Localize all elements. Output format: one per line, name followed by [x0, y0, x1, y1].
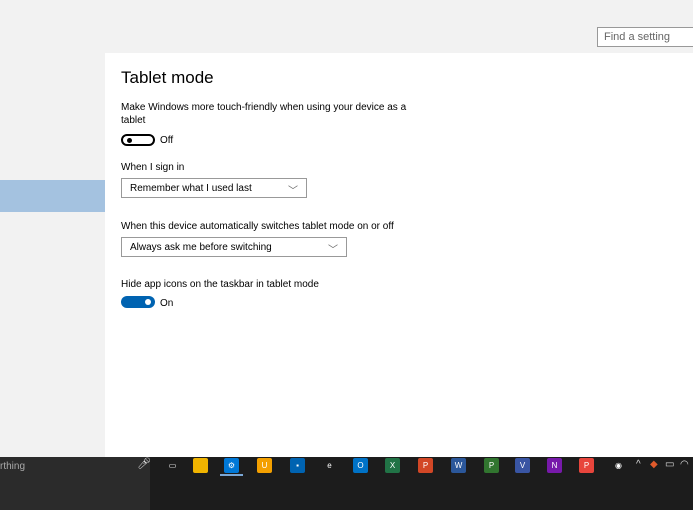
- find-setting-input[interactable]: Find a setting: [597, 27, 693, 47]
- onenote-icon[interactable]: N: [547, 458, 562, 473]
- hide-icons-label: Hide app icons on the taskbar in tablet …: [121, 279, 319, 290]
- battery-icon[interactable]: ▭: [665, 459, 674, 470]
- powerpoint-icon[interactable]: P: [418, 458, 433, 473]
- sidebar-item-tablet-mode-selected[interactable]: [0, 180, 105, 212]
- tray-app-icon[interactable]: ◆: [650, 459, 658, 470]
- settings-sidebar: [0, 53, 105, 457]
- task-view-icon[interactable]: ▭: [165, 458, 180, 473]
- chevron-down-icon: ﹀: [288, 186, 298, 197]
- toggle-knob: [127, 138, 132, 143]
- chevron-down-icon: ﹀: [328, 245, 338, 256]
- photos-icon[interactable]: ▪: [290, 458, 305, 473]
- taskbar-search-text: rthing: [0, 461, 26, 472]
- signin-dropdown-value: Remember what I used last: [130, 183, 252, 194]
- microphone-icon[interactable]: 🎤︎: [137, 457, 151, 470]
- outlook-icon[interactable]: O: [353, 458, 368, 473]
- hide-icons-state: On: [160, 298, 174, 309]
- touch-friendly-toggle[interactable]: [121, 134, 155, 146]
- word-icon[interactable]: W: [451, 458, 466, 473]
- project-icon[interactable]: P: [484, 458, 499, 473]
- hide-icons-toggle[interactable]: [121, 296, 155, 308]
- signin-label: When I sign in: [121, 162, 185, 173]
- touch-friendly-state: Off: [160, 135, 174, 146]
- settings-icon[interactable]: ⚙: [224, 458, 239, 473]
- switch-dropdown-value: Always ask me before switching: [130, 242, 272, 253]
- wifi-icon[interactable]: ◠: [680, 459, 689, 470]
- signin-dropdown[interactable]: Remember what I used last ﹀: [121, 178, 307, 198]
- file-explorer-icon[interactable]: [193, 458, 208, 473]
- visio-icon[interactable]: V: [515, 458, 530, 473]
- page-title: Tablet mode: [121, 68, 214, 87]
- toggle-knob: [145, 299, 151, 305]
- edge-icon[interactable]: e: [322, 458, 337, 473]
- touch-friendly-description: Make Windows more touch-friendly when us…: [121, 102, 407, 126]
- store-icon[interactable]: U: [257, 458, 272, 473]
- switch-dropdown[interactable]: Always ask me before switching ﹀: [121, 237, 347, 257]
- active-app-indicator: [220, 474, 243, 476]
- switch-label: When this device automatically switches …: [121, 221, 394, 232]
- settings-header: Find a setting: [0, 0, 693, 53]
- groove-icon[interactable]: ◉: [611, 458, 626, 473]
- tray-chevron-icon[interactable]: ^: [636, 459, 641, 470]
- publisher-icon[interactable]: P: [579, 458, 594, 473]
- taskbar: rthing 🎤︎ ▭ ⚙ U ▪ e O X P W P V N P ◉ ^ ◆ ▭ ◠: [0, 457, 693, 510]
- excel-icon[interactable]: X: [385, 458, 400, 473]
- taskbar-search-box[interactable]: rthing 🎤︎: [0, 457, 151, 510]
